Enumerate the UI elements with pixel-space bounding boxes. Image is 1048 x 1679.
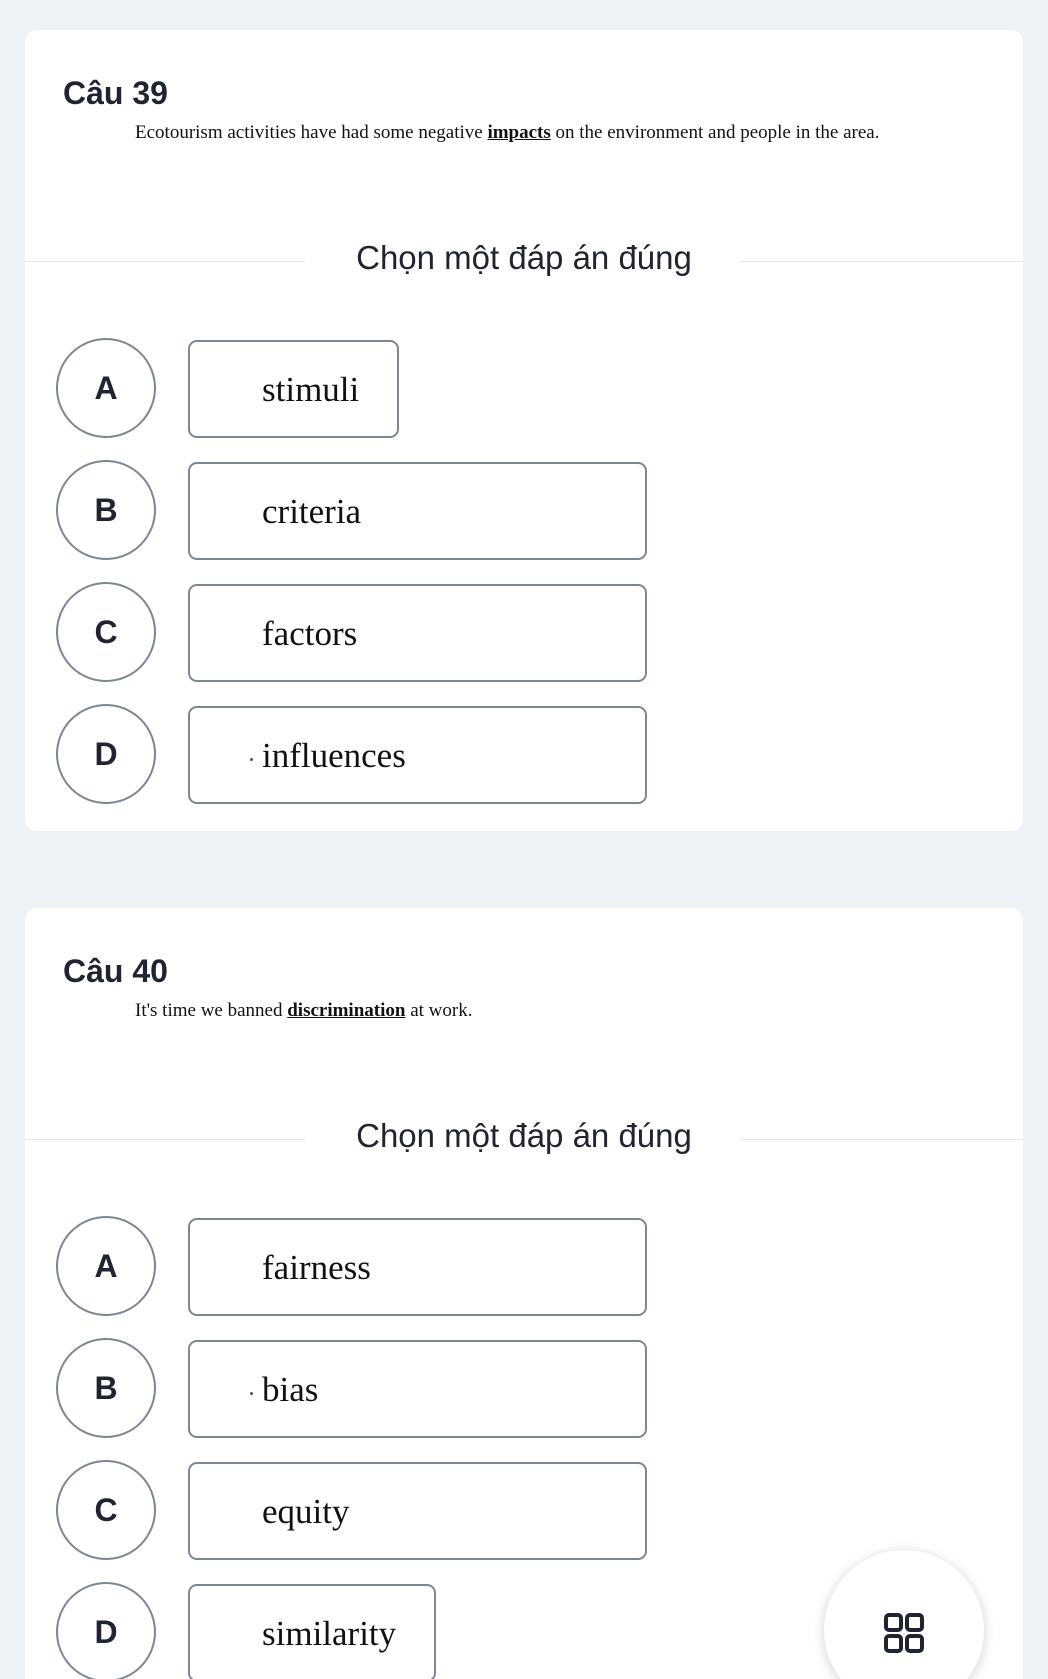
divider-line-right bbox=[740, 261, 1023, 262]
question-text-after: on the environment and people in the are… bbox=[550, 122, 880, 143]
question-text-before: Ecotourism activities have had some nega… bbox=[135, 122, 488, 143]
divider-line-right bbox=[740, 1139, 1023, 1140]
option-letter[interactable]: A bbox=[56, 1216, 156, 1316]
option-c[interactable]: C factors bbox=[25, 582, 1023, 686]
grid-icon bbox=[884, 1613, 924, 1653]
question-keyword: impacts bbox=[487, 122, 551, 143]
question-text-after: at work. bbox=[405, 1000, 473, 1021]
answer-text: similarity bbox=[262, 1614, 397, 1653]
option-a[interactable]: A fairness bbox=[25, 1216, 1023, 1320]
answer-text: stimuli bbox=[262, 370, 360, 409]
option-a[interactable]: A stimuli bbox=[25, 338, 1023, 442]
option-d[interactable]: D influences bbox=[25, 704, 1023, 808]
answer-box[interactable]: equity bbox=[188, 1462, 647, 1560]
stray-dot bbox=[250, 1392, 253, 1395]
instruction-label: Chọn một đáp án đúng bbox=[356, 239, 692, 276]
option-b[interactable]: B bias bbox=[25, 1338, 1023, 1442]
option-letter[interactable]: D bbox=[56, 704, 156, 804]
option-letter[interactable]: B bbox=[56, 460, 156, 560]
instruction-label: Chọn một đáp án đúng bbox=[356, 1117, 692, 1154]
question-card: Câu 39 Ecotourism activities have had so… bbox=[25, 30, 1023, 831]
stray-dot bbox=[250, 758, 253, 761]
answer-box[interactable]: similarity bbox=[188, 1584, 436, 1679]
answer-box[interactable]: factors bbox=[188, 584, 647, 682]
question-title: Câu 40 bbox=[63, 953, 168, 989]
option-letter[interactable]: C bbox=[56, 582, 156, 682]
question-text: It's time we banned discrimination at wo… bbox=[135, 1000, 472, 1022]
option-letter[interactable]: B bbox=[56, 1338, 156, 1438]
answer-box[interactable]: stimuli bbox=[188, 340, 399, 438]
answer-box[interactable]: bias bbox=[188, 1340, 647, 1438]
option-letter[interactable]: C bbox=[56, 1460, 156, 1560]
answer-text: influences bbox=[262, 736, 406, 775]
answer-text: criteria bbox=[262, 492, 362, 531]
question-keyword: discrimination bbox=[287, 1000, 406, 1021]
option-letter[interactable]: A bbox=[56, 338, 156, 438]
answer-box[interactable]: fairness bbox=[188, 1218, 647, 1316]
answer-box[interactable]: influences bbox=[188, 706, 647, 804]
question-text-before: It's time we banned bbox=[135, 1000, 288, 1021]
option-letter[interactable]: D bbox=[56, 1582, 156, 1679]
question-text: Ecotourism activities have had some nega… bbox=[135, 122, 879, 144]
option-c[interactable]: C equity bbox=[25, 1460, 1023, 1564]
answer-text: equity bbox=[262, 1492, 350, 1531]
answer-box[interactable]: criteria bbox=[188, 462, 647, 560]
option-b[interactable]: B criteria bbox=[25, 460, 1023, 564]
answer-text: factors bbox=[262, 614, 358, 653]
question-title: Câu 39 bbox=[63, 75, 168, 111]
answer-text: bias bbox=[262, 1370, 319, 1409]
answer-text: fairness bbox=[262, 1248, 371, 1287]
